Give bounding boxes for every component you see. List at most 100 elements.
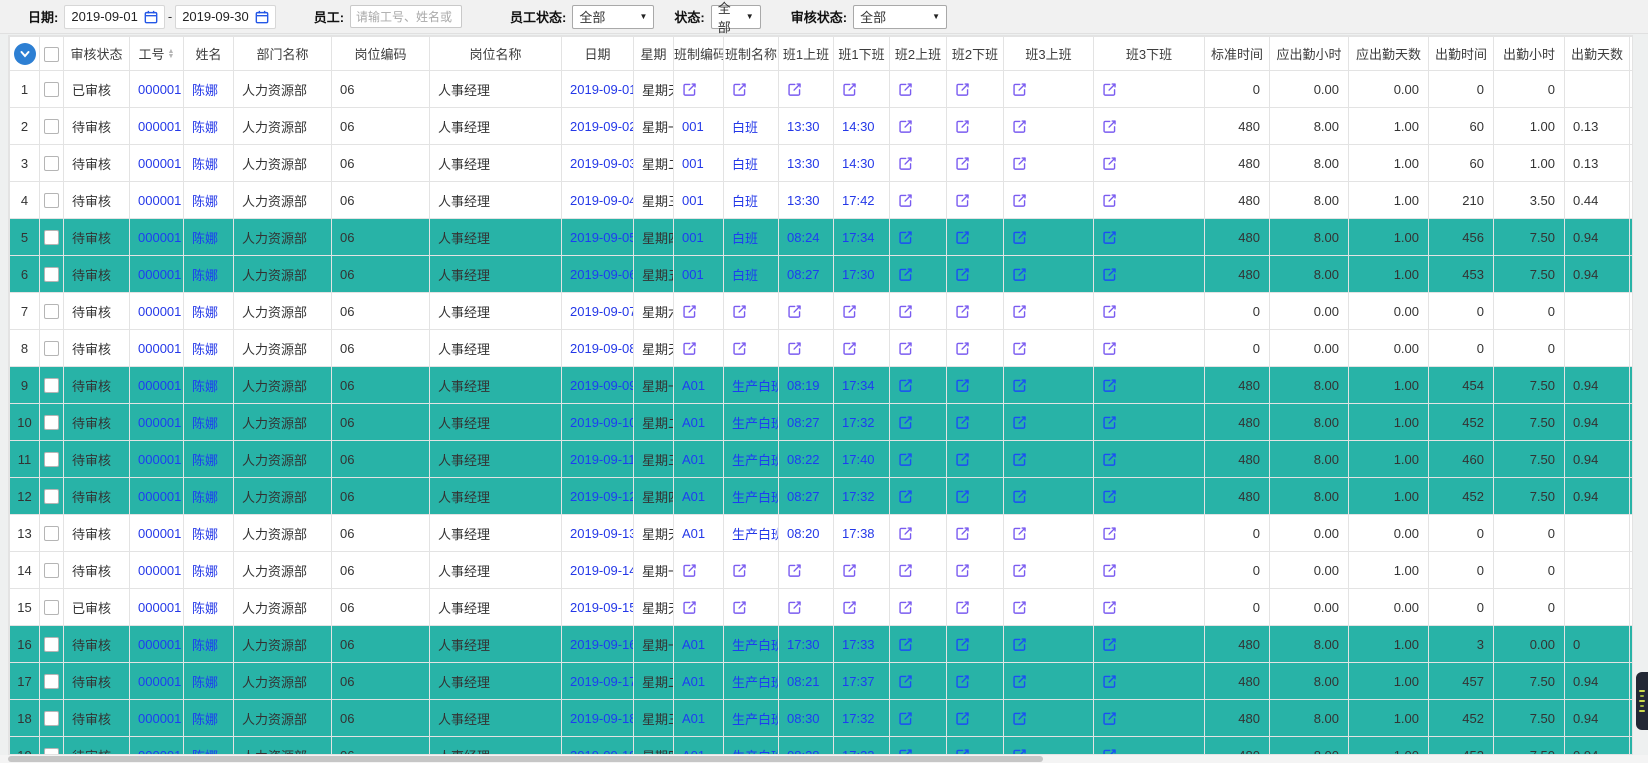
- edit-icon[interactable]: [898, 119, 913, 134]
- cell-date-link[interactable]: 2019-09-08: [570, 341, 634, 356]
- cell-shift-code-link[interactable]: 001: [682, 156, 704, 171]
- edit-icon[interactable]: [1102, 378, 1117, 393]
- expand-all-button[interactable]: [14, 43, 36, 65]
- edit-icon[interactable]: [955, 341, 970, 356]
- edit-icon[interactable]: [955, 489, 970, 504]
- cell-name-link[interactable]: 陈娜: [192, 564, 218, 579]
- cell-employee-no-link[interactable]: 000001: [138, 82, 181, 97]
- edit-icon[interactable]: [898, 378, 913, 393]
- row-checkbox[interactable]: [44, 378, 59, 393]
- cell-date-link[interactable]: 2019-09-02: [570, 119, 634, 134]
- cell-date-link[interactable]: 2019-09-15: [570, 600, 634, 615]
- employee-search-input[interactable]: [350, 5, 462, 28]
- edit-icon[interactable]: [732, 600, 747, 615]
- cell-shift-code-link[interactable]: A01: [682, 415, 705, 430]
- cell-shift1-in-link[interactable]: 08:20: [787, 526, 820, 541]
- edit-icon[interactable]: [1012, 489, 1027, 504]
- row-checkbox[interactable]: [44, 304, 59, 319]
- cell-shift1-out-link[interactable]: 17:33: [842, 637, 875, 652]
- cell-date-link[interactable]: 2019-09-19: [570, 748, 634, 756]
- cell-name-link[interactable]: 陈娜: [192, 379, 218, 394]
- calendar-icon[interactable]: [255, 10, 269, 24]
- edit-icon[interactable]: [1102, 119, 1117, 134]
- edit-icon[interactable]: [1012, 230, 1027, 245]
- edit-icon[interactable]: [955, 711, 970, 726]
- row-checkbox[interactable]: [44, 489, 59, 504]
- edit-icon[interactable]: [1012, 711, 1027, 726]
- edit-icon[interactable]: [1102, 674, 1117, 689]
- cell-name-link[interactable]: 陈娜: [192, 416, 218, 431]
- cell-shift-code-link[interactable]: A01: [682, 489, 705, 504]
- edit-icon[interactable]: [842, 304, 857, 319]
- cell-shift1-out-link[interactable]: 14:30: [842, 119, 875, 134]
- cell-date-link[interactable]: 2019-09-03: [570, 156, 634, 171]
- cell-name-link[interactable]: 陈娜: [192, 268, 218, 283]
- edit-icon[interactable]: [955, 526, 970, 541]
- cell-shift1-out-link[interactable]: 17:32: [842, 489, 875, 504]
- horizontal-scrollbar-thumb[interactable]: [8, 756, 1043, 762]
- edit-icon[interactable]: [732, 341, 747, 356]
- edit-icon[interactable]: [1102, 600, 1117, 615]
- edit-icon[interactable]: [1012, 415, 1027, 430]
- cell-shift1-out-link[interactable]: 17:42: [842, 193, 875, 208]
- cell-name-link[interactable]: 陈娜: [192, 83, 218, 98]
- cell-shift1-in-link[interactable]: 08:22: [787, 452, 820, 467]
- edit-icon[interactable]: [955, 82, 970, 97]
- edit-icon[interactable]: [1102, 156, 1117, 171]
- edit-icon[interactable]: [732, 304, 747, 319]
- cell-employee-no-link[interactable]: 000001: [138, 452, 181, 467]
- edit-icon[interactable]: [1102, 526, 1117, 541]
- edit-icon[interactable]: [1102, 748, 1117, 755]
- edit-icon[interactable]: [898, 674, 913, 689]
- row-checkbox[interactable]: [44, 711, 59, 726]
- cell-shift1-out-link[interactable]: 17:38: [842, 526, 875, 541]
- cell-date-link[interactable]: 2019-09-01: [570, 82, 634, 97]
- cell-shift-name-link[interactable]: 生产白班: [732, 453, 779, 468]
- edit-icon[interactable]: [955, 563, 970, 578]
- edit-icon[interactable]: [1102, 452, 1117, 467]
- edit-icon[interactable]: [898, 748, 913, 755]
- cell-shift-name-link[interactable]: 白班: [732, 194, 758, 209]
- cell-shift1-out-link[interactable]: 17:33: [842, 748, 875, 756]
- cell-shift1-in-link[interactable]: 08:30: [787, 711, 820, 726]
- edit-icon[interactable]: [1012, 563, 1027, 578]
- cell-name-link[interactable]: 陈娜: [192, 231, 218, 246]
- select-all-checkbox[interactable]: [44, 47, 59, 62]
- edit-icon[interactable]: [955, 230, 970, 245]
- cell-shift1-out-link[interactable]: 17:37: [842, 674, 875, 689]
- edit-icon[interactable]: [955, 637, 970, 652]
- edit-icon[interactable]: [1102, 563, 1117, 578]
- row-checkbox[interactable]: [44, 674, 59, 689]
- calendar-icon[interactable]: [144, 10, 158, 24]
- edit-icon[interactable]: [955, 600, 970, 615]
- row-checkbox[interactable]: [44, 267, 59, 282]
- edit-icon[interactable]: [1012, 600, 1027, 615]
- row-checkbox[interactable]: [44, 193, 59, 208]
- cell-date-link[interactable]: 2019-09-06: [570, 267, 634, 282]
- cell-employee-no-link[interactable]: 000001: [138, 156, 181, 171]
- cell-shift-code-link[interactable]: 001: [682, 267, 704, 282]
- cell-name-link[interactable]: 陈娜: [192, 601, 218, 616]
- edit-icon[interactable]: [955, 156, 970, 171]
- column-header-2[interactable]: 工号▲▼: [130, 37, 184, 71]
- cell-shift-code-link[interactable]: 001: [682, 230, 704, 245]
- edit-icon[interactable]: [842, 82, 857, 97]
- edit-icon[interactable]: [1102, 415, 1117, 430]
- edit-icon[interactable]: [1102, 637, 1117, 652]
- edit-icon[interactable]: [842, 341, 857, 356]
- cell-employee-no-link[interactable]: 000001: [138, 600, 181, 615]
- cell-shift1-out-link[interactable]: 17:30: [842, 267, 875, 282]
- edit-icon[interactable]: [898, 415, 913, 430]
- cell-employee-no-link[interactable]: 000001: [138, 378, 181, 393]
- edit-icon[interactable]: [842, 563, 857, 578]
- edit-icon[interactable]: [955, 674, 970, 689]
- cell-employee-no-link[interactable]: 000001: [138, 193, 181, 208]
- edit-icon[interactable]: [1012, 674, 1027, 689]
- edit-icon[interactable]: [898, 304, 913, 319]
- cell-shift1-in-link[interactable]: 08:21: [787, 674, 820, 689]
- edit-icon[interactable]: [682, 600, 697, 615]
- row-checkbox[interactable]: [44, 341, 59, 356]
- edit-icon[interactable]: [682, 82, 697, 97]
- edit-icon[interactable]: [1102, 230, 1117, 245]
- edit-icon[interactable]: [682, 563, 697, 578]
